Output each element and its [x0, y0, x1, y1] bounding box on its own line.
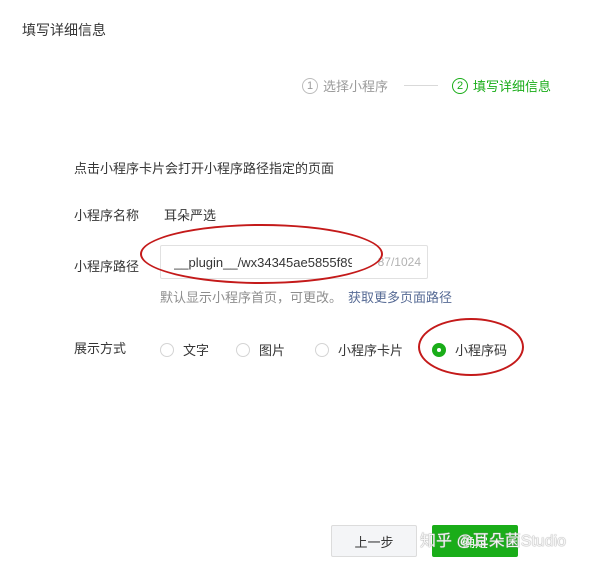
step-2-label: 填写详细信息 [473, 79, 552, 94]
path-tip: 默认显示小程序首页，可更改。 获取更多页面路径 [160, 287, 452, 306]
get-more-paths-link[interactable]: 获取更多页面路径 [348, 290, 452, 305]
radio-card[interactable]: 小程序卡片 [315, 340, 403, 359]
display-mode-label: 展示方式 [74, 341, 127, 356]
step-divider [404, 85, 439, 86]
radio-code-circle[interactable] [432, 342, 446, 357]
step-2-number: 2 [452, 77, 469, 94]
step-indicator: 1 选择小程序 2 填写详细信息 [302, 76, 551, 95]
radio-image[interactable]: 图片 [236, 340, 285, 359]
step-2: 2 填写详细信息 [452, 76, 551, 95]
radio-card-circle[interactable] [315, 342, 329, 357]
miniprogram-path-input[interactable]: __plugin__/wx34345ae5855f89 87/1024 [160, 245, 428, 279]
path-input-value[interactable]: __plugin__/wx34345ae5855f89 [174, 255, 352, 270]
previous-step-button[interactable]: 上一步 [331, 525, 417, 557]
miniprogram-path-label: 小程序路径 [74, 259, 140, 274]
miniprogram-name-value: 耳朵严选 [164, 208, 217, 223]
radio-text-circle[interactable] [160, 342, 174, 357]
dialog-title: 填写详细信息 [22, 22, 106, 38]
step-1-number: 1 [302, 77, 318, 94]
radio-code[interactable]: 小程序码 [432, 340, 507, 359]
path-tip-text: 默认显示小程序首页，可更改。 [160, 290, 343, 305]
miniprogram-name-label: 小程序名称 [74, 208, 140, 223]
step-1-label: 选择小程序 [323, 79, 389, 94]
step-1: 1 选择小程序 [302, 76, 388, 95]
form-hint: 点击小程序卡片会打开小程序路径指定的页面 [74, 161, 335, 176]
radio-text-label[interactable]: 文字 [183, 340, 209, 359]
radio-text[interactable]: 文字 [160, 340, 209, 359]
radio-code-label[interactable]: 小程序码 [455, 340, 507, 359]
watermark: 知乎 @耳朵菌Studio [420, 533, 567, 550]
radio-image-label[interactable]: 图片 [259, 340, 285, 359]
radio-card-label[interactable]: 小程序卡片 [338, 340, 403, 359]
path-char-count: 87/1024 [377, 255, 421, 269]
radio-image-circle[interactable] [236, 342, 250, 357]
